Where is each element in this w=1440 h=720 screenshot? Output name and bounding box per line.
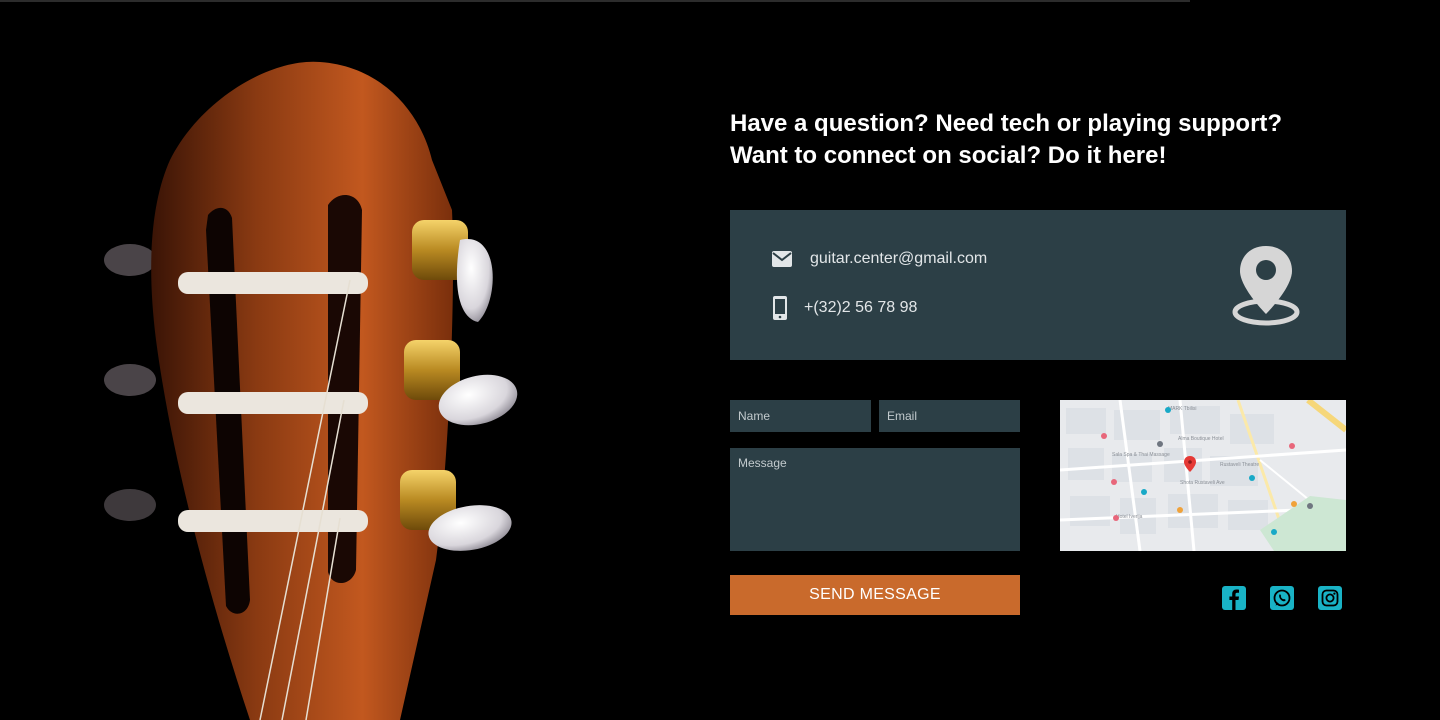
page-headline: Have a question? Need tech or playing su… [730, 108, 1350, 172]
mobile-phone-icon [773, 296, 787, 320]
svg-text:MARK Tbilisi: MARK Tbilisi [1168, 406, 1197, 412]
location-map[interactable]: MARK Tbilisi Alma Boutique Hotel Sala Sp… [1060, 400, 1346, 551]
contact-phone[interactable]: +(32)2 56 78 98 [804, 299, 917, 317]
facebook-icon[interactable] [1222, 586, 1246, 610]
email-input[interactable] [879, 400, 1020, 432]
svg-text:Sala Spa & Thai Massage: Sala Spa & Thai Massage [1112, 452, 1170, 458]
headline-line-2: Want to connect on social? Do it here! [730, 142, 1167, 169]
headline-line-1: Have a question? Need tech or playing su… [730, 110, 1283, 137]
svg-text:Hotel Iverija: Hotel Iverija [1116, 514, 1143, 520]
guitar-headstock-image [60, 40, 540, 720]
contact-info-card: guitar.center@gmail.com +(32)2 56 78 98 [730, 210, 1346, 360]
contact-email[interactable]: guitar.center@gmail.com [810, 250, 987, 268]
contact-email-row: guitar.center@gmail.com [772, 250, 987, 268]
svg-text:Alma Boutique Hotel: Alma Boutique Hotel [1178, 436, 1224, 442]
map-pin-icon [1232, 246, 1300, 326]
name-input[interactable] [730, 400, 871, 432]
send-message-button[interactable]: SEND MESSAGE [730, 575, 1020, 615]
svg-text:Rustaveli Theatre: Rustaveli Theatre [1220, 462, 1259, 468]
instagram-icon[interactable] [1318, 586, 1342, 610]
svg-text:Shota Rustaveli Ave: Shota Rustaveli Ave [1180, 480, 1225, 486]
top-divider [0, 0, 1190, 2]
contact-phone-row: +(32)2 56 78 98 [772, 296, 917, 320]
message-textarea[interactable] [730, 448, 1020, 551]
whatsapp-icon[interactable] [1270, 586, 1294, 610]
envelope-icon [772, 251, 792, 267]
